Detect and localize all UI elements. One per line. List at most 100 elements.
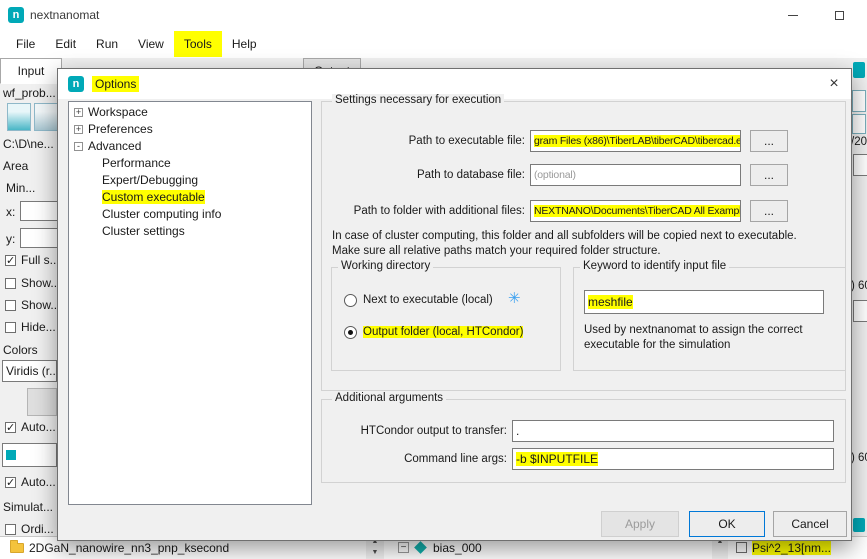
colorbar-preview — [27, 388, 57, 416]
menu-view[interactable]: View — [128, 31, 174, 57]
folder-icon — [10, 543, 24, 553]
tree-item-preferences[interactable]: Preferences — [88, 122, 153, 136]
command-line-args-input[interactable]: -b $INPUTFILE — [512, 448, 834, 470]
psi-item[interactable]: Psi^2_13[nm... — [752, 541, 831, 555]
folder-path-label: Path to folder with additional files: — [327, 200, 525, 222]
tree-item-cluster-computing-info[interactable]: Cluster computing info — [102, 207, 221, 221]
htcondor-output-label: HTCondor output to transfer: — [322, 420, 507, 442]
maximize-icon — [835, 11, 844, 20]
expander-icon[interactable] — [74, 108, 83, 117]
minimize-button[interactable] — [770, 0, 816, 30]
thumbnail-chart2-icon[interactable] — [34, 103, 58, 131]
auto1-checkbox[interactable] — [5, 422, 16, 433]
colors-label: Colors — [3, 343, 38, 357]
doc-fragment-icon — [852, 90, 866, 112]
exec-path-input[interactable]: gram Files (x86)\TiberLAB\tiberCAD\tiber… — [530, 130, 741, 152]
psi-checkbox[interactable] — [736, 542, 747, 553]
ok-button[interactable]: OK — [689, 511, 765, 537]
output-folder-radio[interactable] — [344, 326, 357, 339]
teal-fragment-icon — [853, 518, 865, 532]
dialog-title: Options — [92, 76, 139, 92]
menu-run[interactable]: Run — [86, 31, 128, 57]
show1-checkbox[interactable] — [5, 278, 16, 289]
menu-edit[interactable]: Edit — [45, 31, 86, 57]
folder-browse-button[interactable]: ... — [750, 200, 788, 222]
tab-input[interactable]: Input — [0, 58, 62, 84]
expander-icon[interactable] — [74, 142, 83, 151]
field-fragment — [853, 300, 867, 322]
ordi-checkbox[interactable] — [5, 524, 16, 535]
x-label: x: — [6, 205, 15, 219]
doc-fragment-icon — [852, 114, 866, 134]
db-path-label: Path to database file: — [327, 164, 525, 186]
exec-browse-button[interactable]: ... — [750, 130, 788, 152]
keyword-input[interactable]: meshfile — [584, 290, 824, 314]
colormap-value: Viridis (r... — [6, 364, 57, 378]
tree-item-expert-debugging[interactable]: Expert/Debugging — [102, 173, 198, 187]
hide-checkbox[interactable] — [5, 322, 16, 333]
tree-item-cluster-settings[interactable]: Cluster settings — [102, 224, 185, 238]
bias-item[interactable]: bias_000 — [433, 541, 482, 555]
window-title: nextnanomat — [30, 8, 99, 22]
cluster-note-line1: In case of cluster computing, this folde… — [332, 230, 797, 242]
minimize-icon — [788, 15, 798, 16]
auto2-checkbox[interactable] — [5, 477, 16, 488]
additional-arguments-group: Additional arguments HTCondor output to … — [321, 399, 846, 483]
tree-item-advanced[interactable]: Advanced — [88, 139, 141, 153]
additional-arguments-title: Additional arguments — [332, 392, 446, 404]
folder-path-value: NEXTNANO\Documents\TiberCAD All Examples — [534, 205, 741, 217]
output-folder-label: Output folder (local, HTCondor) — [363, 326, 523, 338]
menu-file[interactable]: File — [6, 31, 45, 57]
db-path-input[interactable]: (optional) — [530, 164, 741, 186]
show1-label: Show... — [21, 276, 60, 290]
right-fragment-text: ) 60... — [851, 452, 867, 464]
exec-path-value: gram Files (x86)\TiberLAB\tiberCAD\tiber… — [534, 135, 741, 147]
htcondor-output-input[interactable]: . — [512, 420, 834, 442]
apply-button[interactable]: Apply — [601, 511, 679, 537]
maximize-button[interactable] — [816, 0, 862, 30]
expander-icon[interactable] — [74, 125, 83, 134]
tree-collapse-icon[interactable]: − — [398, 542, 409, 553]
show2-checkbox[interactable] — [5, 300, 16, 311]
next-to-executable-radio[interactable] — [344, 294, 357, 307]
options-tree: Workspace Preferences Advanced Performan… — [68, 101, 312, 505]
full-scale-checkbox[interactable] — [5, 255, 16, 266]
folder-path-input[interactable]: NEXTNANO\Documents\TiberCAD All Examples — [530, 200, 741, 222]
menu-bar: File Edit Run View Tools Help — [0, 30, 867, 58]
keyword-value: meshfile — [588, 295, 633, 309]
menu-tools[interactable]: Tools — [174, 31, 222, 57]
colormap-select[interactable]: Viridis (r... — [2, 360, 57, 382]
db-path-value: (optional) — [534, 169, 576, 181]
file-name-label: wf_prob... — [3, 86, 56, 100]
tree-item-workspace[interactable]: Workspace — [88, 105, 148, 119]
hide-label: Hide... — [21, 320, 56, 334]
keyword-group: Keyword to identify input file meshfile … — [573, 267, 846, 371]
hint-sparkle-icon: ✳ — [508, 289, 521, 307]
thumbnail-chart-icon[interactable] — [7, 103, 31, 131]
tree-item-performance[interactable]: Performance — [102, 156, 171, 170]
close-icon[interactable]: × — [815, 69, 853, 98]
command-line-args-label: Command line args: — [322, 448, 507, 470]
working-directory-title: Working directory — [338, 260, 433, 272]
options-dialog: n Options × Workspace Preferences Advanc… — [57, 68, 852, 541]
left-dropdown[interactable] — [2, 443, 57, 467]
cancel-button[interactable]: Cancel — [773, 511, 847, 537]
db-browse-button[interactable]: ... — [750, 164, 788, 186]
min-label: Min... — [6, 181, 35, 195]
htcondor-output-value: . — [516, 424, 519, 438]
field-fragment — [853, 154, 867, 176]
file-list-item[interactable]: 2DGaN_nanowire_nn3_pnp_ksecond — [29, 541, 229, 555]
area-label: Area — [3, 159, 28, 173]
file-path-label: C:\D\ne... — [3, 137, 54, 151]
window-title-bar: n nextnanomat — [0, 0, 867, 30]
settings-group-title: Settings necessary for execution — [332, 94, 504, 106]
color-swatch-icon — [6, 450, 16, 460]
dialog-logo-icon: n — [68, 76, 84, 92]
full-scale-label: Full s... — [21, 253, 60, 267]
toolbar-fragment-icon — [853, 62, 865, 78]
tree-item-custom-executable[interactable]: Custom executable — [102, 190, 205, 204]
scroll-down-icon[interactable]: ▼ — [366, 547, 384, 558]
menu-help[interactable]: Help — [222, 31, 267, 57]
show2-label: Show... — [21, 298, 60, 312]
working-directory-group: Working directory Next to executable (lo… — [331, 267, 561, 371]
